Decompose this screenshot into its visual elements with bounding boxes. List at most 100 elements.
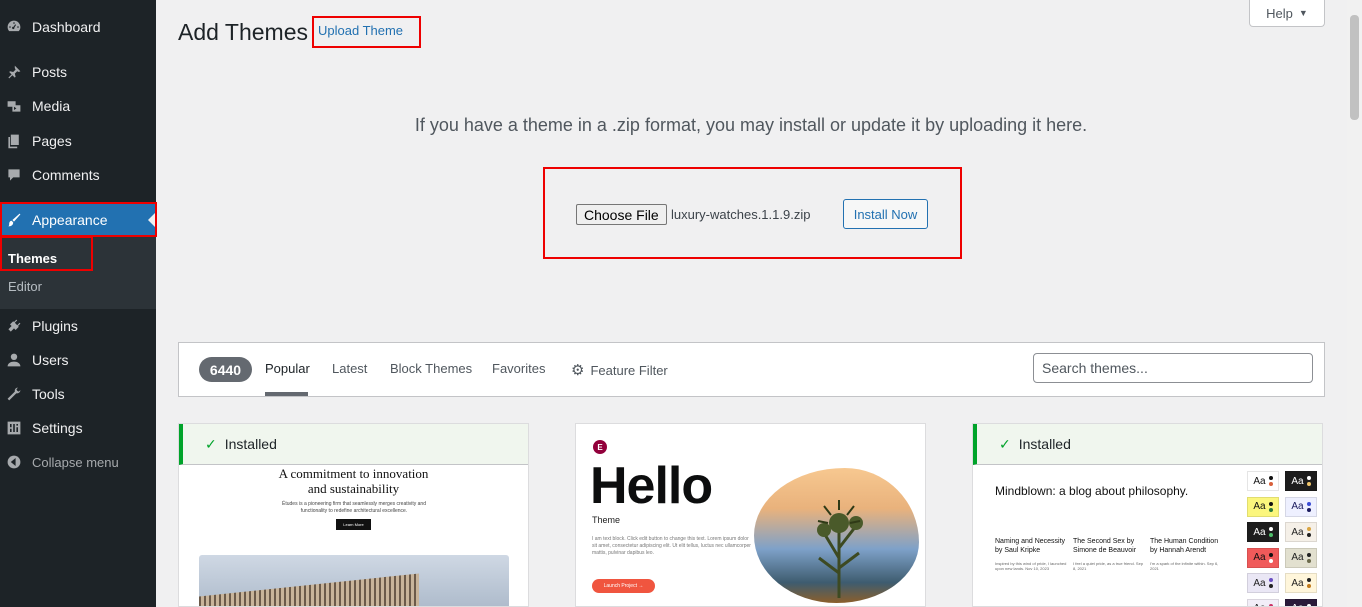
style-variation-swatch: Aa (1247, 496, 1279, 517)
scrollbar[interactable] (1347, 0, 1362, 607)
pages-icon (6, 133, 22, 149)
menu-plugins[interactable]: Plugins (0, 309, 156, 343)
menu-posts[interactable]: Posts (0, 55, 156, 89)
theme-card[interactable]: E Hello Theme I am text block. Click edi… (575, 423, 926, 607)
preview-heading: Hello (590, 457, 713, 515)
menu-label: Posts (32, 64, 68, 80)
swatch-label: Aa (1253, 552, 1266, 563)
style-variation-swatch: Aa (1285, 598, 1317, 606)
checkmark-icon: ✓ (205, 435, 217, 452)
thistle-icon (817, 500, 863, 598)
style-variation-swatch: Aa (1247, 598, 1279, 606)
preview-button: Launch Project → (592, 579, 655, 593)
active-tab-indicator (265, 392, 308, 396)
swatch-label: Aa (1291, 577, 1304, 589)
menu-tools[interactable]: Tools (0, 377, 156, 411)
menu-comments[interactable]: Comments (0, 158, 156, 192)
pin-icon (6, 64, 22, 80)
theme-card[interactable]: ✓ Installed Mindblown: a blog about phil… (972, 423, 1323, 607)
swatch-label: Aa (1253, 603, 1265, 606)
style-variation-swatch: Aa (1285, 522, 1317, 542)
install-now-button[interactable]: Install Now (843, 199, 928, 229)
help-label: Help (1266, 5, 1293, 21)
menu-label: Tools (32, 386, 65, 402)
media-icon (6, 98, 22, 114)
menu-users[interactable]: Users (0, 343, 156, 377)
preview-post: Naming and Necessity by Saul Kripke Insp… (995, 537, 1067, 571)
feature-filter-label: Feature Filter (590, 362, 668, 378)
upload-theme-button[interactable]: Upload Theme (318, 23, 403, 38)
preview-heading-line: A commitment to innovation (278, 466, 429, 481)
preview-image (199, 555, 509, 606)
style-variation-swatch: Aa (1247, 471, 1279, 491)
post-title: The Human Condition by Hannah Arendt (1150, 538, 1219, 554)
style-variation-swatch: Aa (1285, 496, 1317, 517)
brush-icon (6, 212, 22, 228)
swatch-label: Aa (1291, 603, 1303, 606)
feature-filter-button[interactable]: ⚙ Feature Filter (571, 361, 668, 379)
post-meta: I'm a spark of the infinite within. Sep … (1150, 561, 1219, 571)
menu-label: Settings (32, 420, 83, 436)
menu-label: Comments (32, 167, 100, 183)
post-meta: Inspired by this wind of pride, I launch… (995, 561, 1067, 571)
preview-subheading: Theme (592, 515, 621, 525)
scrollbar-thumb[interactable] (1350, 15, 1359, 120)
preview-post: The Human Condition by Hannah Arendt I'm… (1150, 537, 1222, 571)
post-title: Naming and Necessity by Saul Kripke (995, 538, 1066, 554)
admin-sidebar: Dashboard Posts Media Pages Comments App… (0, 0, 157, 607)
choose-file-button[interactable]: Choose File (576, 204, 667, 225)
menu-label: Collapse menu (32, 454, 119, 470)
post-title: The Second Sex by Simone de Beauvoir (1073, 538, 1137, 554)
submenu-themes[interactable]: Themes (8, 251, 57, 266)
theme-card[interactable]: ✓ Installed A commitment to innovation a… (178, 423, 529, 607)
preview-button: Learn More (336, 519, 371, 530)
wrench-icon (6, 386, 22, 402)
submenu-editor[interactable]: Editor (8, 279, 42, 294)
style-variation-swatch: Aa (1247, 573, 1279, 593)
swatch-label: Aa (1291, 526, 1304, 538)
swatch-label: Aa (1253, 577, 1266, 589)
swatch-label: Aa (1253, 475, 1266, 487)
collapse-menu-button[interactable]: Collapse menu (0, 445, 156, 479)
settings-icon (6, 420, 22, 436)
style-variation-swatch: Aa (1285, 573, 1317, 593)
caret-down-icon: ▼ (1298, 8, 1308, 18)
selected-file-name: luxury-watches.1.1.9.zip (671, 207, 811, 222)
theme-filter-bar: 6440 Popular Latest Block Themes Favorit… (178, 342, 1325, 397)
help-button[interactable]: Help ▼ (1249, 0, 1325, 27)
post-meta: I feel a quiet pride, as a true friend. … (1073, 561, 1144, 571)
preview-body-text: I am text block. Click edit button to ch… (592, 536, 751, 556)
menu-media[interactable]: Media (0, 89, 156, 123)
menu-label: Dashboard (32, 19, 101, 35)
tab-block-themes[interactable]: Block Themes (390, 361, 472, 376)
checkmark-icon: ✓ (999, 435, 1011, 452)
preview-subtext: Études is a pioneering firm that seamles… (282, 501, 426, 514)
swatch-label: Aa (1291, 475, 1304, 487)
tab-popular[interactable]: Popular (265, 361, 310, 376)
installed-label: Installed (1018, 436, 1071, 452)
preview-heading-line: and sustainability (307, 481, 400, 496)
menu-label: Media (32, 98, 71, 114)
installed-label: Installed (224, 436, 277, 452)
menu-label: Plugins (32, 318, 78, 334)
swatch-label: Aa (1253, 501, 1266, 512)
search-themes-input[interactable] (1033, 353, 1313, 383)
menu-appearance[interactable]: Appearance (0, 203, 156, 237)
appearance-submenu: Themes Editor (0, 237, 156, 309)
user-icon (6, 352, 22, 368)
menu-dashboard[interactable]: Dashboard (0, 10, 156, 44)
preview-heading: Mindblown: a blog about philosophy. (995, 484, 1189, 498)
preview-heading: A commitment to innovation and sustainab… (179, 466, 528, 496)
collapse-icon (6, 454, 22, 470)
menu-label: Users (32, 352, 69, 368)
plug-icon (6, 318, 22, 334)
menu-pages[interactable]: Pages (0, 124, 156, 158)
elementor-logo-icon: E (593, 440, 607, 454)
theme-count-badge: 6440 (199, 357, 252, 382)
tab-latest[interactable]: Latest (332, 361, 367, 376)
installed-notice: ✓ Installed (179, 424, 528, 465)
dashboard-icon (6, 19, 22, 35)
menu-settings[interactable]: Settings (0, 411, 156, 445)
style-variation-swatch: Aa (1285, 547, 1317, 568)
tab-favorites[interactable]: Favorites (492, 361, 545, 376)
